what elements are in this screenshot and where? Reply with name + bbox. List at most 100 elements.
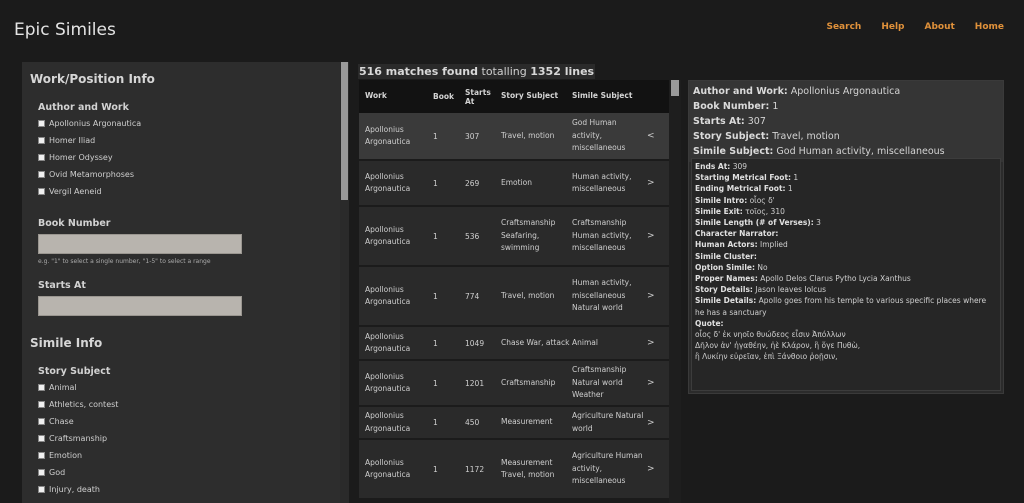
cell-book: 1: [433, 378, 438, 388]
detail-header: Author and Work: Apollonius Argonautica …: [689, 81, 1003, 162]
checkbox-box[interactable]: [38, 452, 45, 459]
cell-simile: Agriculture Human activity, miscellaneou…: [572, 451, 643, 486]
cell-story: Chase War, attack: [501, 337, 570, 347]
table-row[interactable]: Apollonius Argonautica 1 307 Travel, mot…: [359, 113, 669, 161]
book-number-input[interactable]: [38, 234, 242, 254]
detail-starts: Starts At: 307: [693, 116, 766, 127]
cell-book: 1: [433, 231, 438, 241]
cell-starts: 269: [465, 178, 480, 188]
table-row[interactable]: Apollonius Argonautica 1 450 Measurement…: [359, 407, 669, 440]
author-work-title: Author and Work: [38, 102, 129, 113]
detail-story: Story Subject: Travel, motion: [693, 131, 840, 142]
cell-story: Travel, motion: [501, 290, 555, 300]
detail-book-value: 1: [772, 101, 779, 112]
checkbox-box[interactable]: [38, 154, 45, 161]
cell-book: 1: [433, 464, 438, 474]
col-simile-subject[interactable]: Simile Subject: [572, 90, 647, 103]
checkbox-box[interactable]: [38, 384, 45, 391]
row-toggle-icon[interactable]: >: [647, 231, 669, 241]
starts-at-title: Starts At: [38, 280, 86, 291]
checkbox-author-apollonius[interactable]: Apollonius Argonautica: [38, 119, 141, 128]
nav-about[interactable]: About: [924, 22, 954, 32]
table-row[interactable]: Apollonius Argonautica 1 1172 Measuremen…: [359, 440, 669, 500]
quote-line: ἢ Λυκίην εὐρεῖαν, ἐπὶ Ξάνθοιο ῥοῇσιν,: [695, 352, 838, 362]
app-title: Epic Similes: [14, 20, 116, 40]
checkbox-story-craftsmanship[interactable]: Craftsmanship: [38, 434, 107, 443]
checkbox-box[interactable]: [38, 171, 45, 178]
cell-starts: 307: [465, 131, 480, 141]
detail-field: Simile Exit: τοῖος, 310: [695, 206, 785, 216]
checkbox-story-injury[interactable]: Injury, death: [38, 485, 100, 494]
row-toggle-icon[interactable]: >: [647, 378, 669, 388]
cell-book: 1: [433, 291, 438, 301]
checkbox-story-emotion[interactable]: Emotion: [38, 451, 82, 460]
detail-simile-label: Simile Subject: [693, 146, 770, 157]
row-toggle-icon[interactable]: >: [647, 291, 669, 301]
checkbox-box[interactable]: [38, 469, 45, 476]
table-row[interactable]: Apollonius Argonautica 1 1201 Craftsmans…: [359, 361, 669, 407]
cell-starts: 450: [465, 418, 480, 427]
row-toggle-icon[interactable]: <: [647, 131, 669, 141]
detail-field: Starting Metrical Foot: 1: [695, 173, 799, 183]
scrollbar-thumb[interactable]: [341, 62, 348, 200]
nav-search[interactable]: Search: [826, 22, 861, 32]
nav-home[interactable]: Home: [975, 22, 1004, 32]
detail-field: Simile Intro: οἷος δ': [695, 195, 775, 205]
checkbox-story-god[interactable]: God: [38, 468, 65, 477]
checkbox-box[interactable]: [38, 120, 45, 127]
cell-work: Apollonius Argonautica: [365, 284, 411, 307]
cell-book: 1: [433, 418, 438, 427]
simile-detail-panel: Author and Work: Apollonius Argonautica …: [688, 80, 1004, 394]
detail-book: Book Number: 1: [693, 101, 779, 112]
checkbox-box[interactable]: [38, 486, 45, 493]
cell-simile: Human activity, miscellaneous Natural wo…: [572, 278, 632, 313]
checkbox-box[interactable]: [38, 137, 45, 144]
table-row[interactable]: Apollonius Argonautica 1 536 Craftsmansh…: [359, 207, 669, 267]
cell-story: Emotion: [501, 177, 532, 187]
col-book[interactable]: Book: [433, 92, 465, 101]
section-work-position-title: Work/Position Info: [30, 72, 155, 86]
row-toggle-icon[interactable]: >: [647, 418, 669, 428]
match-count: 516 matches found: [359, 65, 479, 78]
row-toggle-icon[interactable]: >: [647, 338, 669, 348]
checkbox-author-vergil[interactable]: Vergil Aeneid: [38, 187, 102, 196]
checkbox-author-iliad[interactable]: Homer Iliad: [38, 136, 95, 145]
row-toggle-icon[interactable]: >: [647, 464, 669, 474]
cell-story: Travel, motion: [501, 130, 555, 140]
checkbox-story-athletics[interactable]: Athletics, contest: [38, 400, 118, 409]
cell-story: Craftsmanship Seafaring, swimming: [501, 218, 556, 253]
checkbox-box[interactable]: [38, 418, 45, 425]
cell-book: 1: [433, 131, 438, 141]
cell-work: Apollonius Argonautica: [365, 124, 411, 147]
detail-field: Character Narrator:: [695, 229, 779, 239]
row-toggle-icon[interactable]: >: [647, 178, 669, 188]
filter-panel-scrollbar[interactable]: [340, 62, 349, 503]
checkbox-box[interactable]: [38, 401, 45, 408]
checkbox-story-chase[interactable]: Chase: [38, 417, 74, 426]
detail-simile-value: God Human activity, miscellaneous: [776, 146, 945, 157]
table-row[interactable]: Apollonius Argonautica 1 774 Travel, mot…: [359, 267, 669, 327]
detail-body[interactable]: Ends At: 309 Starting Metrical Foot: 1 E…: [691, 158, 1001, 391]
table-row[interactable]: Apollonius Argonautica 1 269 Emotion Hum…: [359, 161, 669, 207]
col-story-subject[interactable]: Story Subject: [501, 90, 572, 103]
scrollbar-thumb[interactable]: [671, 80, 679, 96]
cell-story: Measurement: [501, 417, 553, 427]
table-header: Work Book Starts At Story Subject Simile…: [359, 80, 669, 113]
nav-help[interactable]: Help: [881, 22, 904, 32]
table-row[interactable]: Apollonius Argonautica 1 1049 Chase War,…: [359, 327, 669, 361]
detail-field: Human Actors: Implied: [695, 240, 788, 250]
quote-line: Δῆλον ἀν' ἠγαθέην, ἠὲ Κλάρον, ἢ ὅγε Πυθὼ…: [695, 341, 861, 351]
col-work[interactable]: Work: [359, 90, 433, 103]
checkbox-story-animal[interactable]: Animal: [38, 383, 77, 392]
col-starts-at[interactable]: Starts At: [465, 88, 501, 106]
checkbox-author-ovid[interactable]: Ovid Metamorphoses: [38, 170, 134, 179]
checkbox-box[interactable]: [38, 188, 45, 195]
checkbox-box[interactable]: [38, 435, 45, 442]
starts-at-input[interactable]: [38, 296, 242, 316]
section-simile-info-title: Simile Info: [30, 336, 103, 350]
detail-story-value: Travel, motion: [772, 131, 840, 142]
top-nav: Search Help About Home: [826, 22, 1004, 32]
checkbox-author-odyssey[interactable]: Homer Odyssey: [38, 153, 113, 162]
detail-author: Author and Work: Apollonius Argonautica: [693, 86, 901, 97]
table-scrollbar[interactable]: [669, 80, 681, 503]
